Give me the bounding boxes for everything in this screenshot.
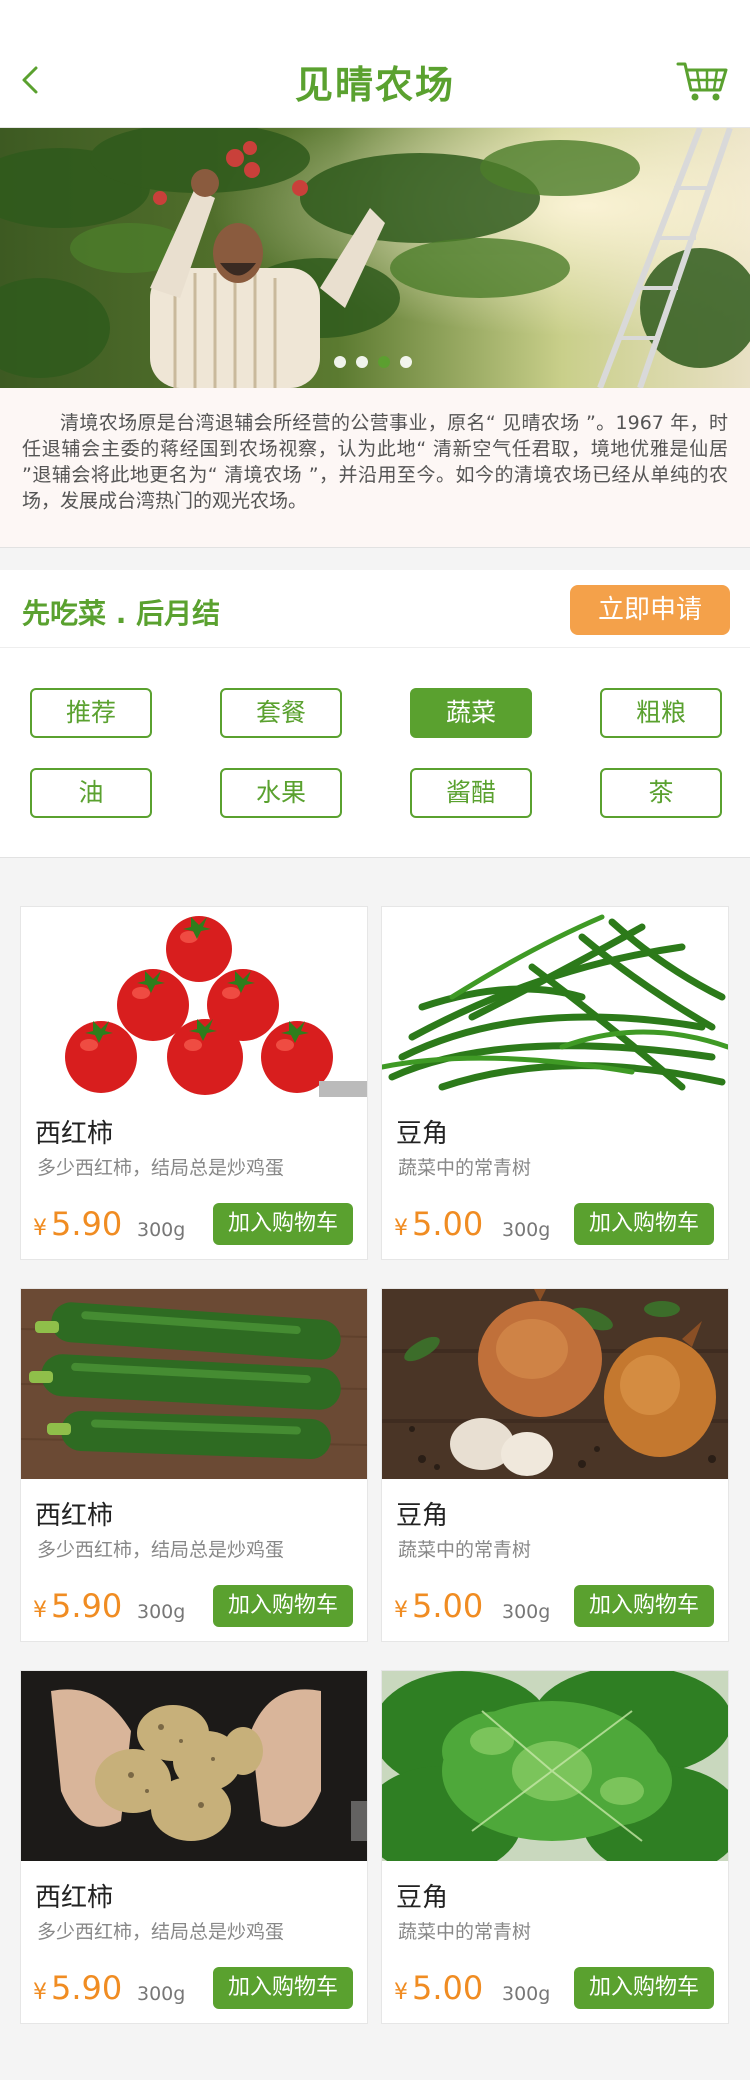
product-description: 多少西红柿，结局总是炒鸡蛋 [37,1921,285,1943]
product-weight: 300g [502,1601,551,1623]
product-price: ¥5.90 [33,1969,122,2007]
add-to-cart-button[interactable]: 加入购物车 [213,1203,353,1245]
page-title: 见晴农场 [294,63,455,107]
product-price: ¥5.00 [394,1205,483,1243]
product-card[interactable]: 豆角 蔬菜中的常青树 ¥5.00 300g 加入购物车 [381,1288,729,1642]
product-name: 豆角 [396,1119,449,1149]
add-to-cart-button[interactable]: 加入购物车 [574,1967,714,2009]
product-image-potatoes[interactable] [21,1671,367,1861]
add-to-cart-button[interactable]: 加入购物车 [213,1967,353,2009]
category-grid: 推荐 套餐 蔬菜 粗粮 油 水果 酱醋 茶 [0,648,750,858]
product-card[interactable]: 豆角 蔬菜中的常青树 ¥5.00 300g 加入购物车 [381,906,729,1260]
currency-symbol: ¥ [33,1598,47,1623]
product-description: 多少西红柿，结局总是炒鸡蛋 [37,1157,285,1179]
currency-symbol: ¥ [394,1980,408,2005]
product-card[interactable]: 西红柿 多少西红柿，结局总是炒鸡蛋 ¥5.90 300g 加入购物车 [20,906,368,1260]
farm-intro-text: 清境农场原是台湾退辅会所经营的公营事业，原名“ 见晴农场 ”。1967 年，时任… [0,388,750,548]
product-price: ¥5.00 [394,1969,483,2007]
banner-image[interactable] [0,128,750,388]
currency-symbol: ¥ [394,1216,408,1241]
carousel-dots [334,356,412,368]
product-name: 西红柿 [35,1119,114,1149]
category-recommend[interactable]: 推荐 [30,688,152,738]
price-value: 5.90 [51,1205,123,1243]
product-weight: 300g [502,1219,551,1241]
product-card[interactable]: 西红柿 多少西红柿，结局总是炒鸡蛋 ¥5.90 300g 加入购物车 [20,1288,368,1642]
product-price: ¥5.90 [33,1205,122,1243]
product-image-zucchini[interactable] [21,1289,367,1479]
product-description: 多少西红柿，结局总是炒鸡蛋 [37,1539,285,1561]
orchard-photo [0,128,750,388]
carousel-dot-active[interactable] [378,356,390,368]
category-vegetables[interactable]: 蔬菜 [410,688,532,738]
product-description: 蔬菜中的常青树 [398,1539,532,1561]
price-value: 5.00 [412,1587,484,1625]
currency-symbol: ¥ [33,1216,47,1241]
product-name: 西红柿 [35,1501,114,1531]
currency-symbol: ¥ [394,1598,408,1623]
product-price: ¥5.90 [33,1587,122,1625]
product-weight: 300g [137,1219,186,1241]
carousel-dot[interactable] [400,356,412,368]
category-sauce[interactable]: 酱醋 [410,768,532,818]
product-weight: 300g [502,1983,551,2005]
page: 见晴农场 清境农场原是台湾退辅会所经营的公营事业，原名“ 见晴农场 ”。1967… [0,0,750,2080]
price-value: 5.00 [412,1969,484,2007]
product-weight: 300g [137,1601,186,1623]
product-description: 蔬菜中的常青树 [398,1921,532,1943]
price-value: 5.90 [51,1969,123,2007]
add-to-cart-button[interactable]: 加入购物车 [574,1203,714,1245]
product-card[interactable]: 西红柿 多少西红柿，结局总是炒鸡蛋 ¥5.90 300g 加入购物车 [20,1670,368,2024]
category-fruit[interactable]: 水果 [220,768,342,818]
price-value: 5.00 [412,1205,484,1243]
promo-text: 先吃菜 . 后月结 [22,597,221,630]
promo-bar: 先吃菜 . 后月结 立即申请 [0,570,750,648]
product-price: ¥5.00 [394,1587,483,1625]
currency-symbol: ¥ [33,1980,47,2005]
apply-button[interactable]: 立即申请 [570,585,730,635]
product-description: 蔬菜中的常青树 [398,1157,532,1179]
category-oil[interactable]: 油 [30,768,152,818]
product-image-green-beans[interactable] [382,907,728,1097]
product-weight: 300g [137,1983,186,2005]
cart-icon[interactable] [676,60,728,102]
price-value: 5.90 [51,1587,123,1625]
product-image-onions[interactable] [382,1289,728,1479]
category-tea[interactable]: 茶 [600,768,722,818]
product-name: 西红柿 [35,1883,114,1913]
category-package[interactable]: 套餐 [220,688,342,738]
carousel-dot[interactable] [356,356,368,368]
add-to-cart-button[interactable]: 加入购物车 [574,1585,714,1627]
product-image-tomatoes[interactable] [21,907,367,1097]
product-name: 豆角 [396,1883,449,1913]
product-card[interactable]: 豆角 蔬菜中的常青树 ¥5.00 300g 加入购物车 [381,1670,729,2024]
category-grains[interactable]: 粗粮 [600,688,722,738]
product-name: 豆角 [396,1501,449,1531]
product-image-lettuce[interactable] [382,1671,728,1861]
header: 见晴农场 [0,0,750,128]
carousel-dot[interactable] [334,356,346,368]
add-to-cart-button[interactable]: 加入购物车 [213,1585,353,1627]
